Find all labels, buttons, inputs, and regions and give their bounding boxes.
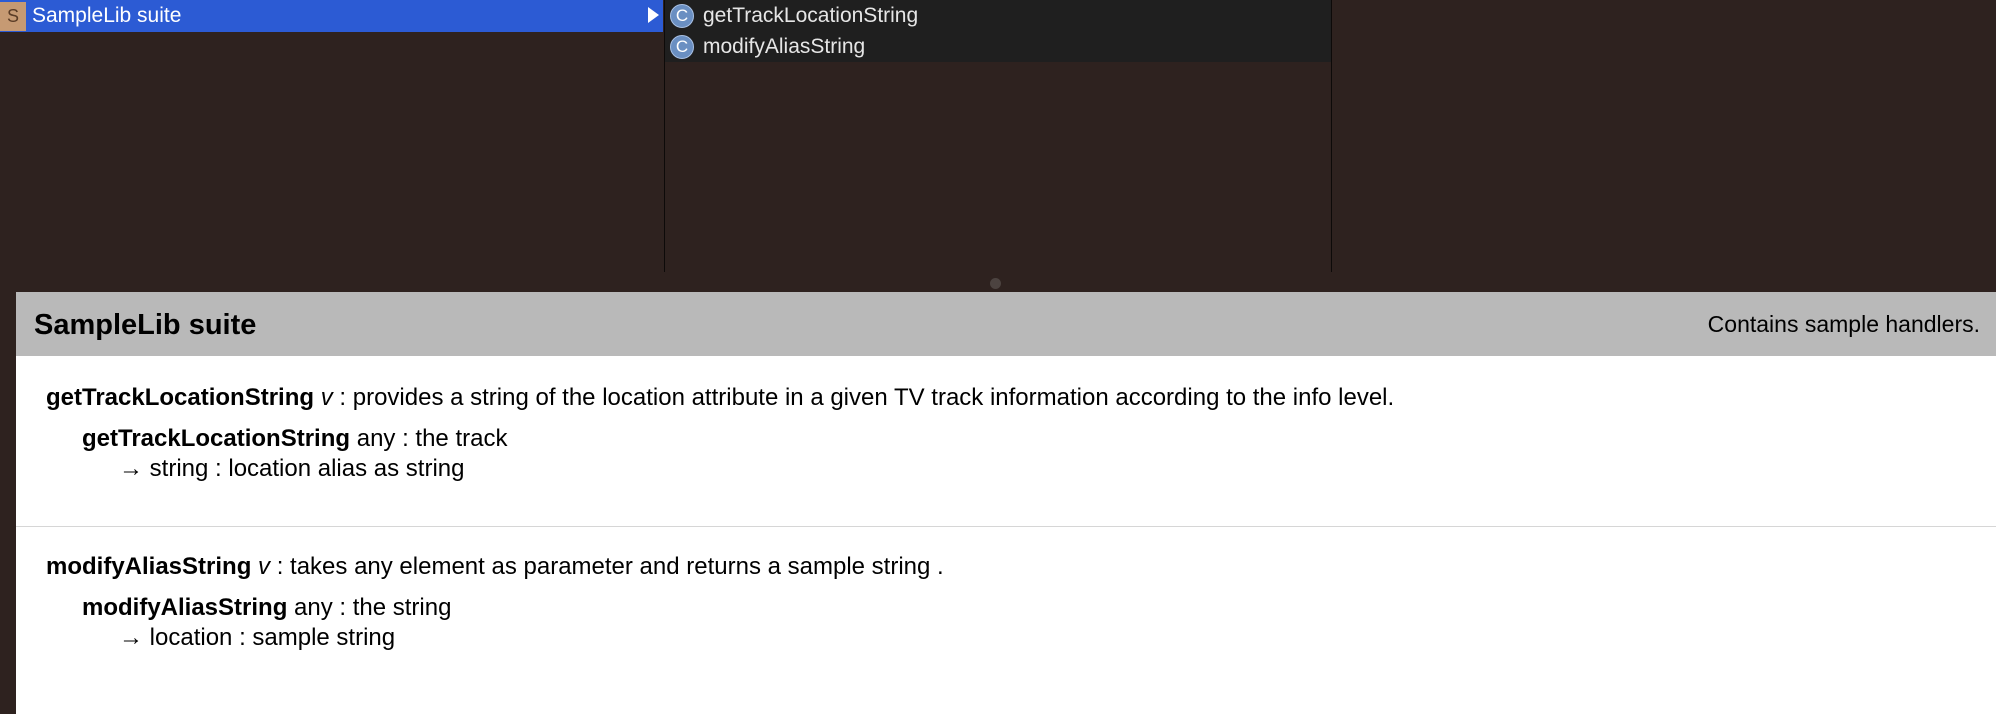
- command-icon: C: [670, 3, 694, 28]
- command-entry: modifyAliasString v : takes any element …: [16, 527, 1996, 707]
- command-signature: modifyAliasString v : takes any element …: [46, 553, 944, 581]
- command-kind: v: [258, 553, 271, 580]
- parameter-description: any : the track: [356, 425, 508, 452]
- suite-description: Contains sample handlers.: [1707, 311, 1980, 337]
- commands-column: C getTrackLocationString C modifyAliasSt…: [664, 0, 1331, 272]
- splitter-handle-icon[interactable]: [990, 278, 1001, 289]
- command-result: → string : location alias as string: [119, 455, 464, 483]
- dictionary-detail-pane: SampleLib suite Contains sample handlers…: [16, 292, 1996, 714]
- parameter-name: getTrackLocationString: [82, 425, 351, 452]
- disclosure-arrow-icon: [648, 7, 659, 23]
- result-arrow-icon: →: [119, 624, 143, 651]
- command-parameter: getTrackLocationString any : the track: [82, 425, 507, 453]
- command-signature: getTrackLocationString v : provides a st…: [46, 384, 1394, 412]
- command-icon: C: [670, 34, 694, 59]
- command-name[interactable]: modifyAliasString: [46, 553, 251, 580]
- result-arrow-icon: →: [119, 455, 143, 482]
- parameter-name: modifyAliasString: [82, 594, 288, 621]
- command-row-gettracklocationstring[interactable]: C getTrackLocationString: [665, 0, 1331, 31]
- dictionary-browser: S SampleLib suite C getTrackLocationStri…: [0, 0, 1996, 272]
- suite-icon: S: [0, 1, 26, 31]
- command-summary: : takes any element as parameter and ret…: [276, 553, 944, 580]
- parameter-description: any : the string: [294, 594, 452, 621]
- suite-row-label: SampleLib suite: [32, 4, 182, 27]
- command-summary: : provides a string of the location attr…: [339, 384, 1395, 411]
- result-description: string : location alias as string: [149, 455, 465, 482]
- command-row-label: modifyAliasString: [703, 34, 866, 58]
- command-entry: getTrackLocationString v : provides a st…: [16, 356, 1996, 527]
- result-description: location : sample string: [149, 624, 396, 651]
- suite-header: SampleLib suite Contains sample handlers…: [16, 292, 1996, 356]
- command-parameter: modifyAliasString any : the string: [82, 594, 451, 622]
- command-row-modifyaliasstring[interactable]: C modifyAliasString: [665, 31, 1331, 62]
- details-column: [1331, 0, 1996, 272]
- pane-splitter[interactable]: [0, 272, 1996, 292]
- command-row-label: getTrackLocationString: [703, 3, 919, 27]
- suites-column: S SampleLib suite: [0, 0, 663, 272]
- suite-title: SampleLib suite: [34, 309, 257, 341]
- command-kind: v: [320, 384, 333, 411]
- suite-row-samplelib[interactable]: S SampleLib suite: [0, 0, 663, 32]
- command-result: → location : sample string: [119, 624, 395, 652]
- command-name[interactable]: getTrackLocationString: [46, 384, 314, 411]
